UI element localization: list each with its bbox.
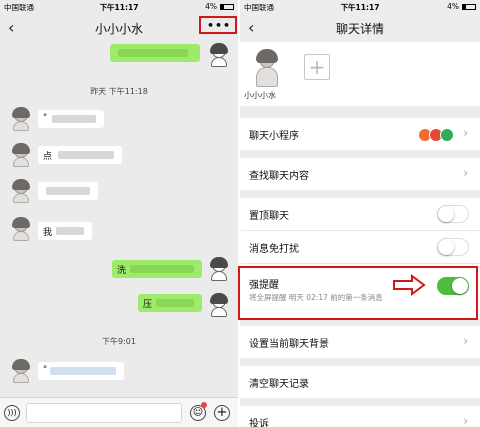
details-title: 聊天详情	[335, 22, 384, 36]
message-bubble-incoming[interactable]: "	[38, 110, 104, 128]
contact-avatar[interactable]	[10, 217, 32, 242]
chevron-right-icon: ›	[463, 334, 468, 348]
chat-navbar: ‹ 小小小水 •••	[0, 14, 238, 42]
battery-label: 4%	[447, 2, 459, 11]
row-label: 聊天小程序	[249, 131, 299, 142]
message-bubble-outgoing[interactable]: 压	[138, 294, 202, 312]
timestamp: 下午9:01	[102, 337, 136, 346]
row-chat-background[interactable]: 设置当前聊天背景 ›	[240, 326, 480, 358]
row-label: 投诉	[249, 419, 269, 427]
contact-avatar[interactable]	[10, 359, 32, 384]
chevron-right-icon: ›	[463, 414, 468, 427]
pin-toggle[interactable]	[437, 205, 469, 223]
row-label: 清空聊天记录	[249, 379, 309, 390]
row-label: 设置当前聊天背景	[249, 339, 329, 350]
status-bar: 中国联通 下午11:17 4%	[0, 0, 238, 14]
row-mini-programs[interactable]: 聊天小程序 ›	[240, 118, 480, 150]
row-label: 置顶聊天	[249, 211, 289, 222]
details-navbar: ‹ 聊天详情	[240, 14, 480, 42]
add-member-button[interactable]: +	[304, 54, 330, 80]
row-label: 查找聊天内容	[249, 171, 309, 182]
voice-icon[interactable]: )))	[4, 405, 20, 421]
strong-alert-highlight	[238, 266, 478, 320]
message-input[interactable]	[26, 403, 182, 423]
notification-dot	[201, 402, 207, 408]
my-avatar[interactable]	[208, 43, 230, 68]
status-time: 下午11:17	[340, 3, 380, 12]
chat-input-bar: ))) ☺ +	[0, 397, 238, 427]
status-time: 下午11:17	[99, 3, 139, 12]
message-bubble-outgoing[interactable]: 洗	[112, 260, 202, 278]
chevron-right-icon: ›	[463, 166, 468, 180]
battery-icon	[462, 3, 476, 10]
row-label: 消息免打扰	[249, 244, 299, 255]
timestamp: 昨天 下午11:18	[90, 87, 148, 96]
contact-avatar[interactable]	[10, 179, 32, 204]
member-avatar[interactable]	[250, 49, 284, 88]
row-pin-chat: 置顶聊天	[240, 198, 480, 230]
message-bubble-incoming[interactable]: "	[38, 362, 124, 380]
plus-icon[interactable]: +	[214, 405, 230, 421]
battery-icon	[220, 3, 234, 10]
more-button[interactable]: •••	[207, 19, 231, 32]
message-bubble-incoming[interactable]: 点	[38, 146, 122, 164]
row-mute: 消息免打扰	[240, 231, 480, 263]
row-report[interactable]: 投诉 ›	[240, 406, 480, 427]
more-button-highlight: •••	[199, 16, 237, 34]
member-name: 小小小水	[244, 91, 276, 100]
my-avatar[interactable]	[208, 293, 230, 318]
members-section: 小小小水 +	[240, 42, 480, 106]
my-avatar[interactable]	[208, 257, 230, 282]
message-bubble-incoming[interactable]	[38, 182, 98, 200]
battery-label: 4%	[205, 2, 217, 11]
mute-toggle[interactable]	[437, 238, 469, 256]
chat-panel: 中国联通 下午11:17 4% ‹ 小小小水 ••• 昨天 下午11:18 " …	[0, 0, 238, 427]
contact-avatar[interactable]	[10, 107, 32, 132]
row-clear-history[interactable]: 清空聊天记录	[240, 366, 480, 398]
message-bubble-outgoing[interactable]	[110, 44, 200, 62]
message-bubble-incoming[interactable]: 我	[38, 222, 92, 240]
app-icon	[440, 128, 454, 142]
row-search-chat[interactable]: 查找聊天内容 ›	[240, 158, 480, 190]
contact-avatar[interactable]	[10, 143, 32, 168]
status-bar: 中国联通 下午11:17 4%	[240, 0, 480, 14]
details-panel: 中国联通 下午11:17 4% ‹ 聊天详情 小小小水 + 聊天小程序 › 查找…	[240, 0, 480, 427]
chevron-right-icon: ›	[463, 126, 468, 140]
